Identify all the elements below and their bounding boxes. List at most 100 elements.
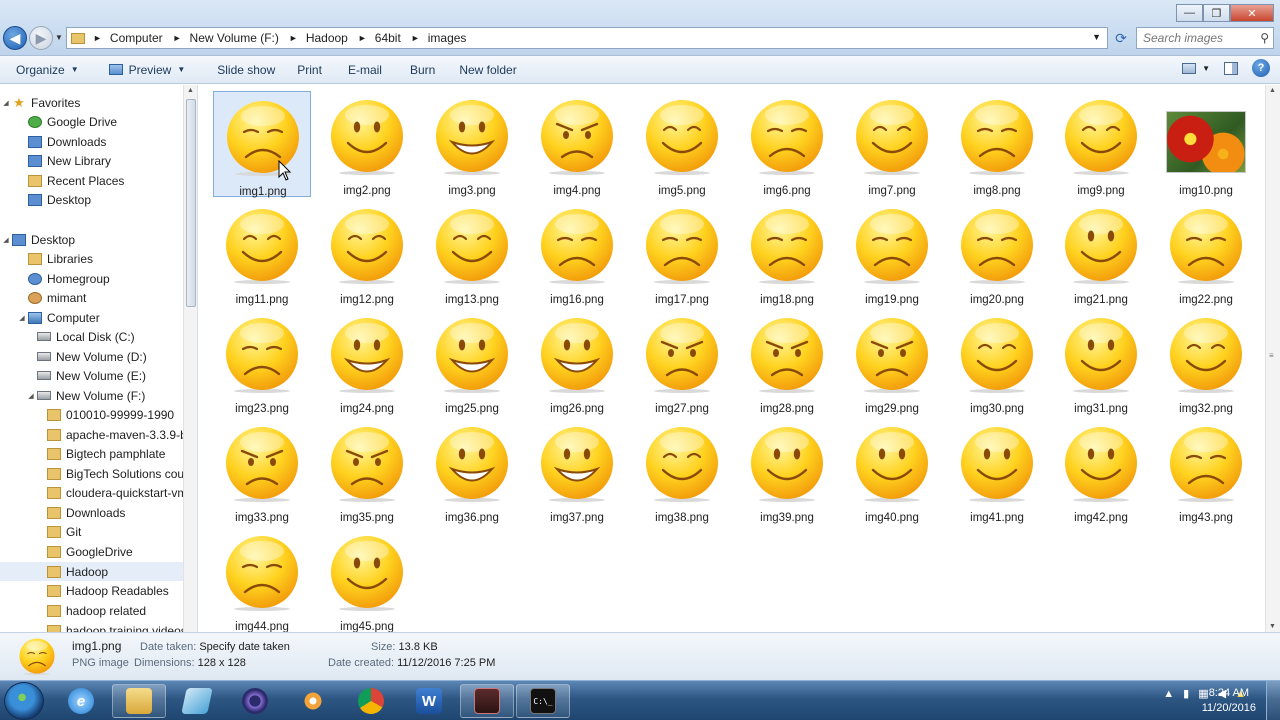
nav-folder[interactable]: hadoop related: [0, 601, 183, 620]
collapse-triangle-icon[interactable]: ◢: [25, 392, 37, 400]
file-thumbnail[interactable]: img20.png: [948, 200, 1046, 306]
file-thumbnail[interactable]: img39.png: [738, 418, 836, 524]
file-thumbnail[interactable]: img3.png: [423, 91, 521, 197]
nav-libraries[interactable]: Libraries: [0, 249, 183, 268]
file-thumbnail[interactable]: img43.png: [1157, 418, 1255, 524]
clock[interactable]: 8:24 AM 11/20/2016: [1202, 686, 1256, 716]
file-thumbnail[interactable]: img29.png: [843, 309, 941, 415]
address-bar[interactable]: ► Computer ► New Volume (F:) ► Hadoop ► …: [66, 27, 1108, 49]
nav-folder[interactable]: GoogleDrive: [0, 542, 183, 561]
taskbar-explorer[interactable]: [112, 684, 166, 718]
nav-scrollbar[interactable]: ▲: [183, 85, 197, 632]
file-thumbnail[interactable]: img12.png: [318, 200, 416, 306]
forward-button[interactable]: ▶: [29, 26, 53, 50]
file-thumbnail[interactable]: img6.png: [738, 91, 836, 197]
signal-icon[interactable]: ▮: [1183, 687, 1189, 700]
chevron-right-icon[interactable]: ►: [289, 33, 298, 43]
collapse-triangle-icon[interactable]: ◢: [16, 314, 28, 322]
preview-pane-icon[interactable]: [1224, 61, 1238, 75]
taskbar-word[interactable]: W: [402, 684, 456, 718]
email-button[interactable]: E-mail: [340, 59, 390, 81]
file-thumbnail[interactable]: img30.png: [948, 309, 1046, 415]
file-thumbnail[interactable]: img36.png: [423, 418, 521, 524]
file-thumbnail[interactable]: img45.png: [318, 527, 416, 632]
file-thumbnail[interactable]: img7.png: [843, 91, 941, 197]
file-thumbnail[interactable]: img22.png: [1157, 200, 1255, 306]
search-input[interactable]: [1143, 28, 1253, 48]
file-thumbnail[interactable]: img33.png: [213, 418, 311, 524]
chevron-right-icon[interactable]: ►: [173, 33, 182, 43]
minimize-button[interactable]: —: [1176, 4, 1203, 22]
show-desktop-button[interactable]: [1266, 681, 1280, 720]
start-button[interactable]: [4, 682, 44, 720]
nav-folder-hadoop[interactable]: Hadoop: [0, 562, 183, 581]
refresh-button[interactable]: ⟳: [1111, 28, 1131, 48]
file-thumbnail[interactable]: img4.png: [528, 91, 626, 197]
scroll-up-icon[interactable]: ▲: [1269, 87, 1276, 94]
file-thumbnail[interactable]: img18.png: [738, 200, 836, 306]
change-view-icon[interactable]: [1182, 62, 1197, 74]
file-thumbnail[interactable]: img10.png: [1157, 91, 1255, 197]
content-scrollbar[interactable]: ▲ ≡ ▼: [1265, 85, 1280, 632]
scroll-grip-icon[interactable]: ≡: [1269, 351, 1274, 360]
file-thumbnail[interactable]: img40.png: [843, 418, 941, 524]
print-button[interactable]: Print: [289, 59, 330, 81]
file-thumbnail[interactable]: img23.png: [213, 309, 311, 415]
scroll-thumb[interactable]: [186, 99, 196, 307]
nav-downloads[interactable]: Downloads: [0, 132, 183, 151]
nav-new-library[interactable]: New Library: [0, 151, 183, 170]
file-thumbnail[interactable]: img37.png: [528, 418, 626, 524]
nav-local-disk-c[interactable]: Local Disk (C:): [0, 327, 183, 346]
taskbar-app[interactable]: [170, 684, 224, 718]
taskbar-cmd[interactable]: C:\_: [516, 684, 570, 718]
breadcrumb-new-volume-f[interactable]: New Volume (F:): [190, 31, 279, 45]
collapse-triangle-icon[interactable]: ◢: [0, 236, 12, 244]
chevron-right-icon[interactable]: ►: [358, 33, 367, 43]
nav-google-drive[interactable]: Google Drive: [0, 112, 183, 131]
taskbar-chrome[interactable]: [344, 684, 398, 718]
nav-folder[interactable]: Downloads: [0, 503, 183, 522]
file-thumbnail[interactable]: img35.png: [318, 418, 416, 524]
burn-button[interactable]: Burn: [402, 59, 443, 81]
help-icon[interactable]: ?: [1252, 59, 1270, 77]
file-thumbnail[interactable]: img44.png: [213, 527, 311, 632]
file-thumbnail[interactable]: img21.png: [1052, 200, 1150, 306]
scroll-down-icon[interactable]: ▼: [1269, 623, 1276, 630]
nav-favorites[interactable]: ◢ ★ Favorites: [0, 93, 183, 112]
taskbar-internet-explorer[interactable]: e: [54, 684, 108, 718]
file-thumbnail[interactable]: img38.png: [633, 418, 731, 524]
nav-folder[interactable]: apache-maven-3.3.9-bi: [0, 425, 189, 444]
file-thumbnail[interactable]: img42.png: [1052, 418, 1150, 524]
file-thumbnail[interactable]: img9.png: [1052, 91, 1150, 197]
search-box[interactable]: ⚲: [1136, 27, 1274, 49]
nav-folder[interactable]: Git: [0, 522, 183, 541]
preview-button[interactable]: Preview ▼: [101, 59, 194, 81]
file-thumbnail[interactable]: img25.png: [423, 309, 521, 415]
nav-volume-d[interactable]: New Volume (D:): [0, 347, 183, 366]
show-hidden-icons-icon[interactable]: ▲: [1163, 688, 1174, 700]
file-thumbnail[interactable]: img8.png: [948, 91, 1046, 197]
date-taken-value[interactable]: Specify date taken: [199, 641, 290, 653]
file-thumbnail[interactable]: img2.png: [318, 91, 416, 197]
file-thumbnail[interactable]: img13.png: [423, 200, 521, 306]
slideshow-button[interactable]: Slide show: [209, 59, 283, 81]
chevron-right-icon[interactable]: ►: [411, 33, 420, 43]
file-thumbnail[interactable]: img28.png: [738, 309, 836, 415]
nav-volume-e[interactable]: New Volume (E:): [0, 366, 183, 385]
nav-folder[interactable]: cloudera-quickstart-vm: [0, 483, 187, 502]
breadcrumb-images[interactable]: images: [428, 31, 467, 45]
file-thumbnail[interactable]: img19.png: [843, 200, 941, 306]
nav-computer[interactable]: ◢ Computer: [0, 308, 183, 327]
file-thumbnail[interactable]: img16.png: [528, 200, 626, 306]
file-thumbnail[interactable]: img24.png: [318, 309, 416, 415]
breadcrumb-hadoop[interactable]: Hadoop: [306, 31, 348, 45]
back-button[interactable]: ◀: [3, 26, 27, 50]
chevron-right-icon[interactable]: ►: [93, 33, 102, 43]
maximize-button[interactable]: ❐: [1203, 4, 1230, 22]
nav-desktop-favorite[interactable]: Desktop: [0, 190, 183, 209]
file-thumbnail[interactable]: img31.png: [1052, 309, 1150, 415]
file-thumbnail[interactable]: img17.png: [633, 200, 731, 306]
file-thumbnail[interactable]: img32.png: [1157, 309, 1255, 415]
new-folder-button[interactable]: New folder: [451, 59, 524, 81]
file-thumbnail[interactable]: img41.png: [948, 418, 1046, 524]
